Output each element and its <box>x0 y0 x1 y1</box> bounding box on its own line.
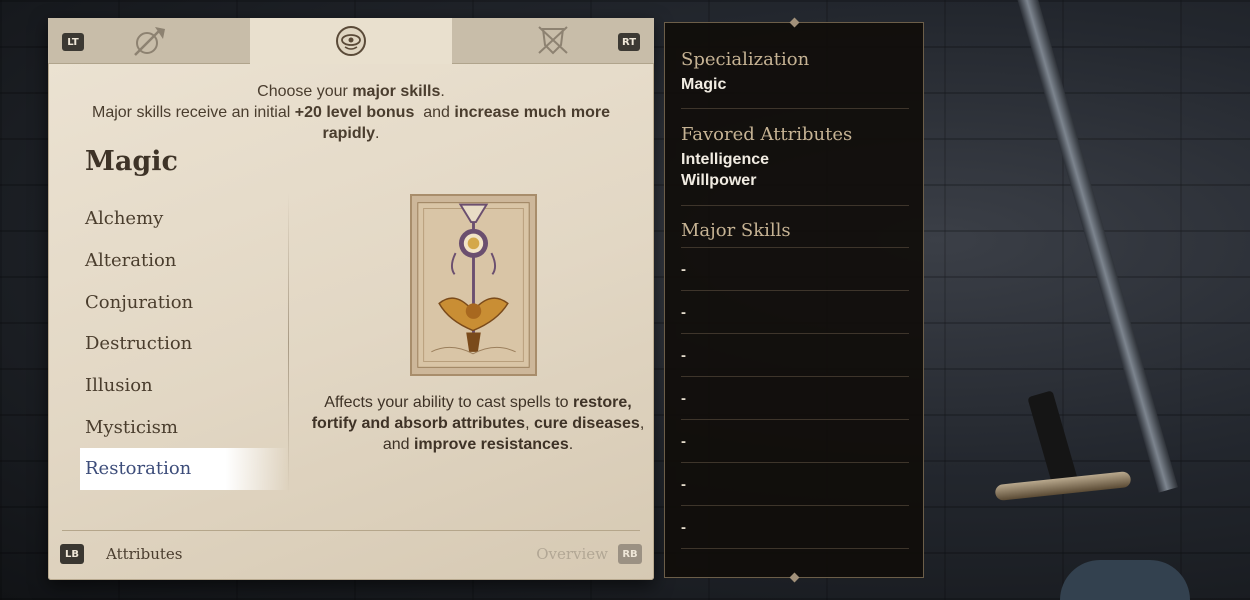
skill-item-alteration[interactable]: Alteration <box>80 240 288 282</box>
gauntlet-hand <box>1060 560 1190 600</box>
skill-list: Alchemy Alteration Conjuration Destruction I… <box>80 198 288 490</box>
class-tab-bar: LT RT <box>48 18 654 64</box>
intro-line2-mid: and <box>414 104 455 121</box>
skill-item-conjuration[interactable]: Conjuration <box>80 281 288 323</box>
intro-line1-suffix: . <box>440 83 445 100</box>
column-divider <box>288 193 289 493</box>
major-skill-slot: - <box>681 420 909 463</box>
category-title: Magic <box>85 146 178 177</box>
intro-text: Choose your major skills. Major skills r… <box>88 81 614 144</box>
specialization-value: Magic <box>681 76 727 93</box>
description-emphasis-2: cure diseases <box>533 415 640 432</box>
skill-item-alchemy[interactable]: Alchemy <box>80 198 288 240</box>
major-skill-slot: - <box>681 463 909 506</box>
favored-attribute: Willpower <box>681 172 757 189</box>
intro-major-skills-emphasis: major skills <box>352 83 441 100</box>
rb-button-hint[interactable]: RB <box>618 544 642 564</box>
skill-item-illusion[interactable]: Illusion <box>80 365 288 407</box>
skill-selection-panel: LT RT Choose your major skills. Major sk… <box>48 18 654 580</box>
skill-description: Affects your ability to cast spells to r… <box>303 392 653 455</box>
rt-button-hint[interactable]: RT <box>618 33 640 51</box>
footer-divider <box>62 530 640 531</box>
intro-line2-prefix: Major skills receive an initial <box>92 104 295 121</box>
major-skill-slot: - <box>681 248 909 291</box>
tab-combat[interactable]: LT <box>48 18 250 64</box>
tab-magic[interactable] <box>250 18 452 64</box>
skill-item-mysticism[interactable]: Mysticism <box>80 406 288 448</box>
intro-line1-prefix: Choose your <box>257 83 353 100</box>
skill-item-restoration[interactable]: Restoration <box>80 448 288 490</box>
major-skills-section: Major Skills <box>681 220 909 241</box>
major-skill-slot: - <box>681 334 909 377</box>
specialization-heading: Specialization <box>681 49 810 70</box>
character-summary-panel: Specialization Magic Favored Attributes … <box>664 17 924 583</box>
favored-attribute: Intelligence <box>681 151 770 168</box>
description-text-1: Affects your ability to cast spells to <box>324 394 573 411</box>
favored-attributes-heading: Favored Attributes <box>681 124 853 145</box>
thief-mask-icon <box>538 25 568 54</box>
restoration-skill-emblem <box>410 194 537 376</box>
specialization-section: Specialization Magic <box>681 49 909 95</box>
footer-next-nav[interactable]: Overview RB <box>536 544 642 564</box>
major-skill-slot: - <box>681 506 909 549</box>
description-emphasis-3: improve resistances <box>413 436 569 453</box>
skill-item-destruction[interactable]: Destruction <box>80 323 288 365</box>
major-skill-slot: - <box>681 291 909 334</box>
lb-button-hint[interactable]: LB <box>60 544 84 564</box>
attributes-nav-label[interactable]: Attributes <box>106 545 182 563</box>
tab-stealth[interactable]: RT <box>452 18 654 64</box>
footer-back-nav[interactable]: LB Attributes <box>60 544 182 564</box>
axe-shield-icon <box>134 26 165 56</box>
major-skills-list: ------- <box>681 247 909 549</box>
summary-divider <box>681 108 909 109</box>
summary-divider <box>681 205 909 206</box>
favored-attributes-section: Favored Attributes Intelligence Willpowe… <box>681 124 909 191</box>
overview-nav-label[interactable]: Overview <box>536 545 608 563</box>
major-skills-heading: Major Skills <box>681 220 791 241</box>
lt-button-hint[interactable]: LT <box>62 33 84 51</box>
intro-line2-suffix: . <box>375 125 380 142</box>
description-text-2: , <box>525 415 534 432</box>
intro-level-bonus-emphasis: +20 level bonus <box>294 104 415 121</box>
magic-eye-icon <box>336 26 366 56</box>
description-text-4: . <box>568 436 574 453</box>
major-skill-slot: - <box>681 377 909 420</box>
